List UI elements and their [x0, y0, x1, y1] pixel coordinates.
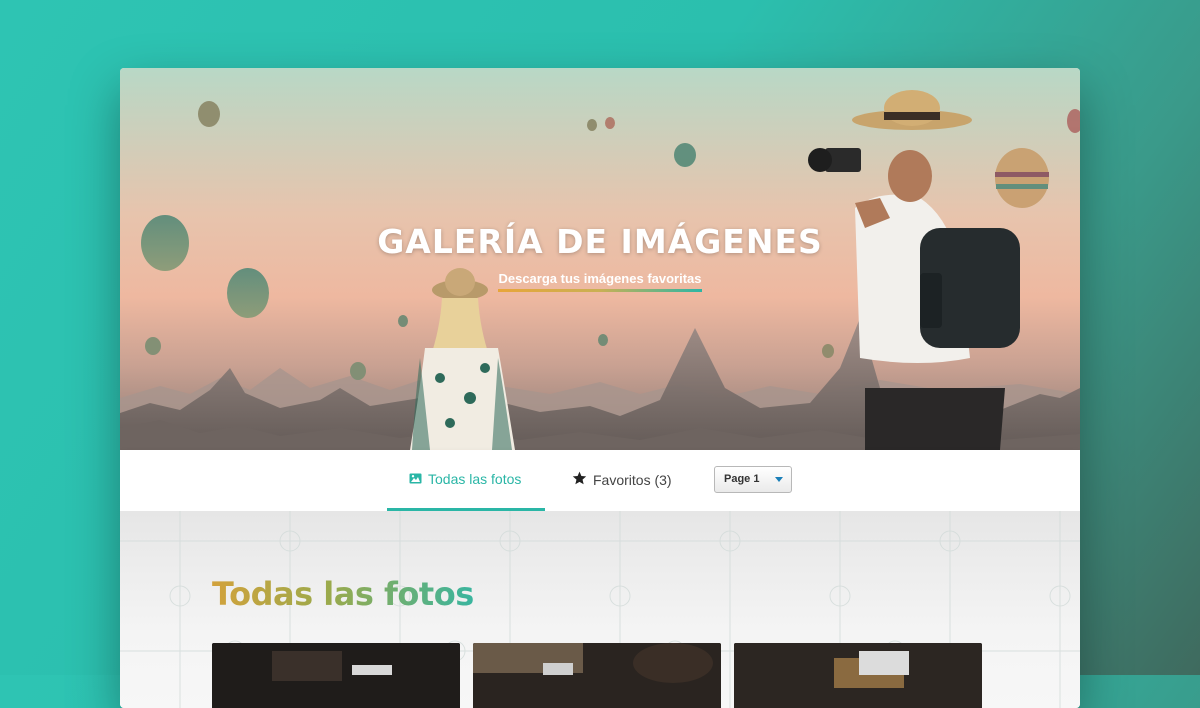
gallery-window: GALERÍA DE IMÁGENES Descarga tus imágene… [120, 68, 1080, 708]
hero-subtitle: Descarga tus imágenes favoritas [498, 271, 702, 292]
woman-figure [410, 268, 515, 450]
tab-all-photos[interactable]: Todas las fotos [387, 450, 545, 511]
tab-all-photos-label: Todas las fotos [428, 471, 522, 487]
photo-thumbnail[interactable] [734, 643, 982, 708]
star-icon [572, 450, 587, 510]
hero-title: GALERÍA DE IMÁGENES [377, 222, 823, 261]
tab-favorites-label: Favoritos (3) [593, 472, 672, 488]
hero-banner: GALERÍA DE IMÁGENES Descarga tus imágene… [120, 68, 1080, 450]
chevron-down-icon [775, 477, 783, 482]
hero-subtitle-wrap: Descarga tus imágenes favoritas [120, 270, 1080, 292]
section-title: Todas las fotos [212, 575, 474, 613]
gallery-content: Todas las fotos [120, 511, 1080, 708]
tab-favorites[interactable]: Favoritos (3) [572, 450, 692, 511]
photo-thumbnail[interactable] [212, 643, 460, 708]
tab-bar: Todas las fotos Favoritos (3) Page 1 [120, 450, 1080, 511]
image-icon [409, 450, 422, 508]
page-select[interactable]: Page 1 [714, 466, 792, 493]
photo-thumbnail[interactable] [473, 643, 721, 708]
page-select-value: Page 1 [724, 473, 760, 485]
